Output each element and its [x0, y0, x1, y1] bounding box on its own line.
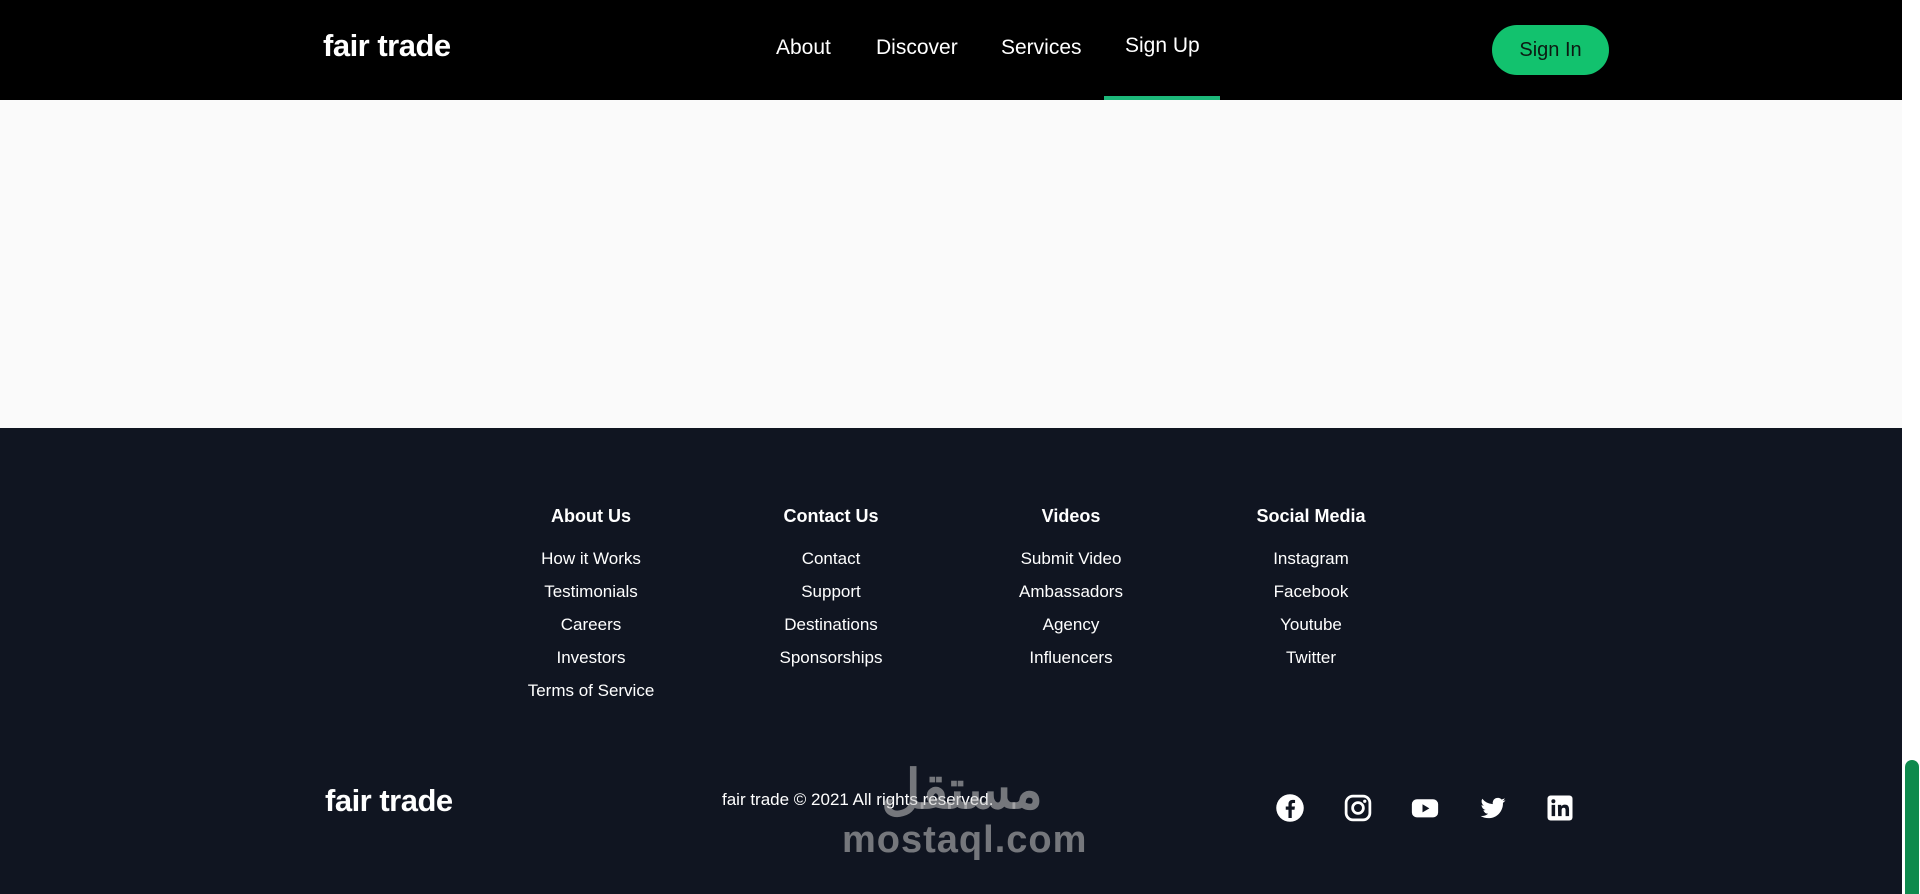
footer-column-title: Social Media	[1256, 506, 1366, 526]
footer-column-title: Contact Us	[783, 506, 879, 526]
twitter-icon[interactable]	[1475, 790, 1511, 826]
footer-column-social: Social Media Instagram Facebook Youtube …	[1211, 506, 1411, 680]
nav-about[interactable]: About	[776, 36, 831, 60]
nav-services[interactable]: Services	[1001, 36, 1082, 60]
facebook-icon[interactable]	[1272, 790, 1308, 826]
footer-column-title: About Us	[551, 506, 631, 526]
footer-logo[interactable]: fair trade	[325, 783, 453, 819]
footer-column-about: About Us How it Works Testimonials Caree…	[491, 506, 691, 713]
footer-link-ambassadors[interactable]: Ambassadors	[971, 581, 1171, 614]
footer-link-support[interactable]: Support	[731, 581, 931, 614]
linkedin-icon[interactable]	[1542, 790, 1578, 826]
footer-link-instagram[interactable]: Instagram	[1211, 548, 1411, 581]
footer-column-videos: Videos Submit Video Ambassadors Agency I…	[971, 506, 1171, 680]
footer-link-agency[interactable]: Agency	[971, 614, 1171, 647]
footer-column-contact: Contact Us Contact Support Destinations …	[731, 506, 931, 680]
footer-link-submit-video[interactable]: Submit Video	[971, 548, 1171, 581]
nav-discover[interactable]: Discover	[876, 36, 958, 60]
footer-link-contact[interactable]: Contact	[731, 548, 931, 581]
footer-link-twitter[interactable]: Twitter	[1211, 647, 1411, 680]
footer-link-youtube[interactable]: Youtube	[1211, 614, 1411, 647]
site-header: fair trade About Discover Services Sign …	[0, 0, 1902, 100]
sign-in-button[interactable]: Sign In	[1492, 25, 1609, 75]
footer-column-title: Videos	[1041, 506, 1101, 526]
nav-sign-up[interactable]: Sign Up	[1125, 34, 1200, 58]
footer-link-sponsorships[interactable]: Sponsorships	[731, 647, 931, 680]
youtube-icon[interactable]	[1407, 790, 1443, 826]
page-scrollbar-thumb[interactable]	[1905, 760, 1919, 894]
footer-link-careers[interactable]: Careers	[491, 614, 691, 647]
footer-link-influencers[interactable]: Influencers	[971, 647, 1171, 680]
footer-link-testimonials[interactable]: Testimonials	[491, 581, 691, 614]
main-content	[0, 100, 1902, 428]
footer-link-how-it-works[interactable]: How it Works	[491, 548, 691, 581]
footer-link-destinations[interactable]: Destinations	[731, 614, 931, 647]
instagram-icon[interactable]	[1340, 790, 1376, 826]
footer-link-facebook[interactable]: Facebook	[1211, 581, 1411, 614]
copyright-text: fair trade © 2021 All rights reserved.	[722, 790, 994, 809]
site-footer: About Us How it Works Testimonials Caree…	[0, 428, 1902, 894]
footer-link-investors[interactable]: Investors	[491, 647, 691, 680]
header-logo[interactable]: fair trade	[323, 28, 451, 64]
footer-link-terms-of-service[interactable]: Terms of Service	[491, 680, 691, 713]
